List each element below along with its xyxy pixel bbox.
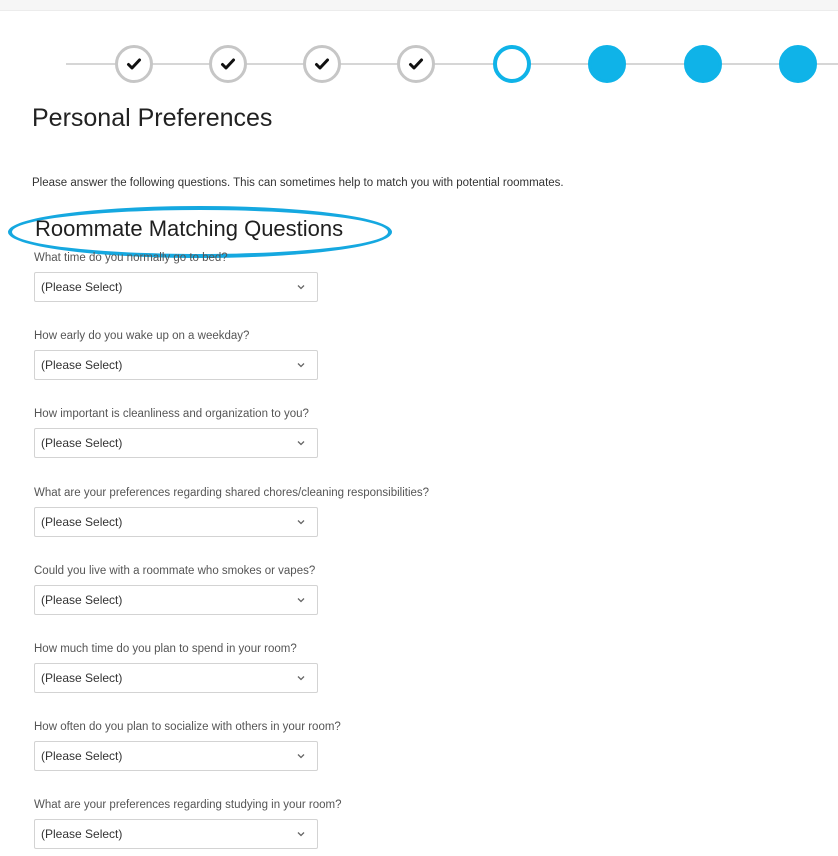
step-2-complete[interactable] bbox=[209, 45, 247, 83]
select-value: (Please Select) bbox=[41, 749, 123, 763]
question-studying: What are your preferences regarding stud… bbox=[34, 797, 341, 849]
step-8-upcoming[interactable] bbox=[779, 45, 817, 83]
step-6-upcoming[interactable] bbox=[588, 45, 626, 83]
checkmark-icon bbox=[221, 58, 235, 70]
select-value: (Please Select) bbox=[41, 280, 123, 294]
socialize-select[interactable]: (Please Select) bbox=[34, 741, 318, 771]
question-cleanliness: How important is cleanliness and organiz… bbox=[34, 406, 318, 458]
question-wake-up: How early do you wake up on a weekday? (… bbox=[34, 328, 318, 380]
chevron-down-icon bbox=[297, 598, 305, 603]
progress-stepper bbox=[0, 32, 838, 96]
wake-up-select[interactable]: (Please Select) bbox=[34, 350, 318, 380]
step-5-current[interactable] bbox=[493, 45, 531, 83]
chores-select[interactable]: (Please Select) bbox=[34, 507, 318, 537]
question-label: How much time do you plan to spend in yo… bbox=[34, 643, 297, 655]
intro-text: Please answer the following questions. T… bbox=[32, 177, 564, 189]
smoking-select[interactable]: (Please Select) bbox=[34, 585, 318, 615]
bedtime-select[interactable]: (Please Select) bbox=[34, 272, 318, 302]
checkmark-icon bbox=[409, 58, 423, 70]
chevron-down-icon bbox=[297, 363, 305, 368]
question-label: What time do you normally go to bed? bbox=[34, 252, 228, 264]
checkmark-icon bbox=[127, 58, 141, 70]
question-chores: What are your preferences regarding shar… bbox=[34, 485, 429, 537]
select-value: (Please Select) bbox=[41, 671, 123, 685]
step-1-complete[interactable] bbox=[115, 45, 153, 83]
section-title: Roommate Matching Questions bbox=[35, 216, 344, 241]
chevron-down-icon bbox=[297, 441, 305, 446]
question-label: What are your preferences regarding stud… bbox=[34, 799, 342, 811]
question-label: How important is cleanliness and organiz… bbox=[34, 408, 309, 420]
question-time-in-room: How much time do you plan to spend in yo… bbox=[34, 641, 318, 693]
step-7-upcoming[interactable] bbox=[684, 45, 722, 83]
question-label: Could you live with a roommate who smoke… bbox=[34, 565, 316, 577]
question-label: How early do you wake up on a weekday? bbox=[34, 330, 250, 342]
cleanliness-select[interactable]: (Please Select) bbox=[34, 428, 318, 458]
checkmark-icon bbox=[315, 58, 329, 70]
stepper-line bbox=[66, 63, 838, 65]
select-value: (Please Select) bbox=[41, 593, 123, 607]
question-smoking: Could you live with a roommate who smoke… bbox=[34, 563, 318, 615]
chevron-down-icon bbox=[297, 754, 305, 759]
page-title: Personal Preferences bbox=[32, 104, 273, 132]
select-value: (Please Select) bbox=[41, 827, 123, 841]
question-socialize: How often do you plan to socialize with … bbox=[34, 719, 341, 771]
chevron-down-icon bbox=[297, 520, 305, 525]
chevron-down-icon bbox=[297, 676, 305, 681]
step-3-complete[interactable] bbox=[303, 45, 341, 83]
select-value: (Please Select) bbox=[41, 358, 123, 372]
question-label: What are your preferences regarding shar… bbox=[34, 487, 430, 499]
step-4-complete[interactable] bbox=[397, 45, 435, 83]
chevron-down-icon bbox=[297, 832, 305, 837]
question-bedtime: What time do you normally go to bed? (Pl… bbox=[34, 250, 318, 302]
top-band bbox=[0, 0, 838, 11]
chevron-down-icon bbox=[297, 285, 305, 290]
select-value: (Please Select) bbox=[41, 515, 123, 529]
time-in-room-select[interactable]: (Please Select) bbox=[34, 663, 318, 693]
select-value: (Please Select) bbox=[41, 436, 123, 450]
studying-select[interactable]: (Please Select) bbox=[34, 819, 318, 849]
question-label: How often do you plan to socialize with … bbox=[34, 721, 341, 733]
